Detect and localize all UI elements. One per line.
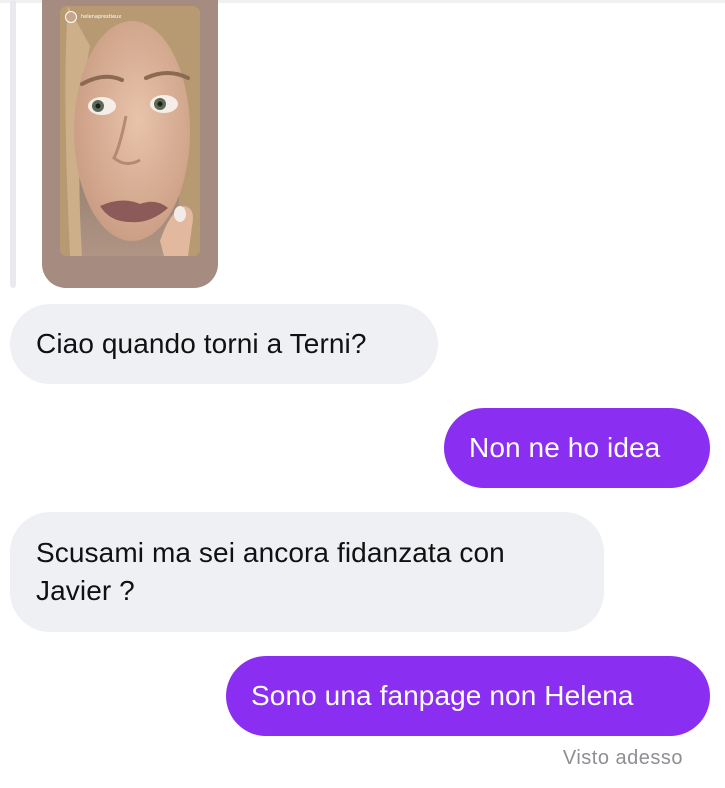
message-bubble-incoming[interactable]: Ciao quando torni a Terni? [10, 304, 438, 384]
message-bubble-incoming[interactable]: Scusami ma sei ancora fidanzata con Javi… [10, 512, 604, 632]
message-bubble-outgoing[interactable]: Sono una fanpage non Helena [226, 656, 710, 736]
story-header: helenaprestieux [65, 11, 121, 23]
message-bubble-outgoing[interactable]: Non ne ho idea [444, 408, 710, 488]
story-photo [60, 6, 200, 256]
story-username[interactable]: helenaprestieux [81, 14, 121, 20]
seen-status: Visto adesso [562, 747, 683, 769]
story-image[interactable]: helenaprestieux [60, 6, 200, 256]
story-reply-indicator [10, 0, 16, 288]
story-reply-card[interactable]: helenaprestieux [42, 0, 218, 288]
story-avatar[interactable] [65, 11, 77, 23]
